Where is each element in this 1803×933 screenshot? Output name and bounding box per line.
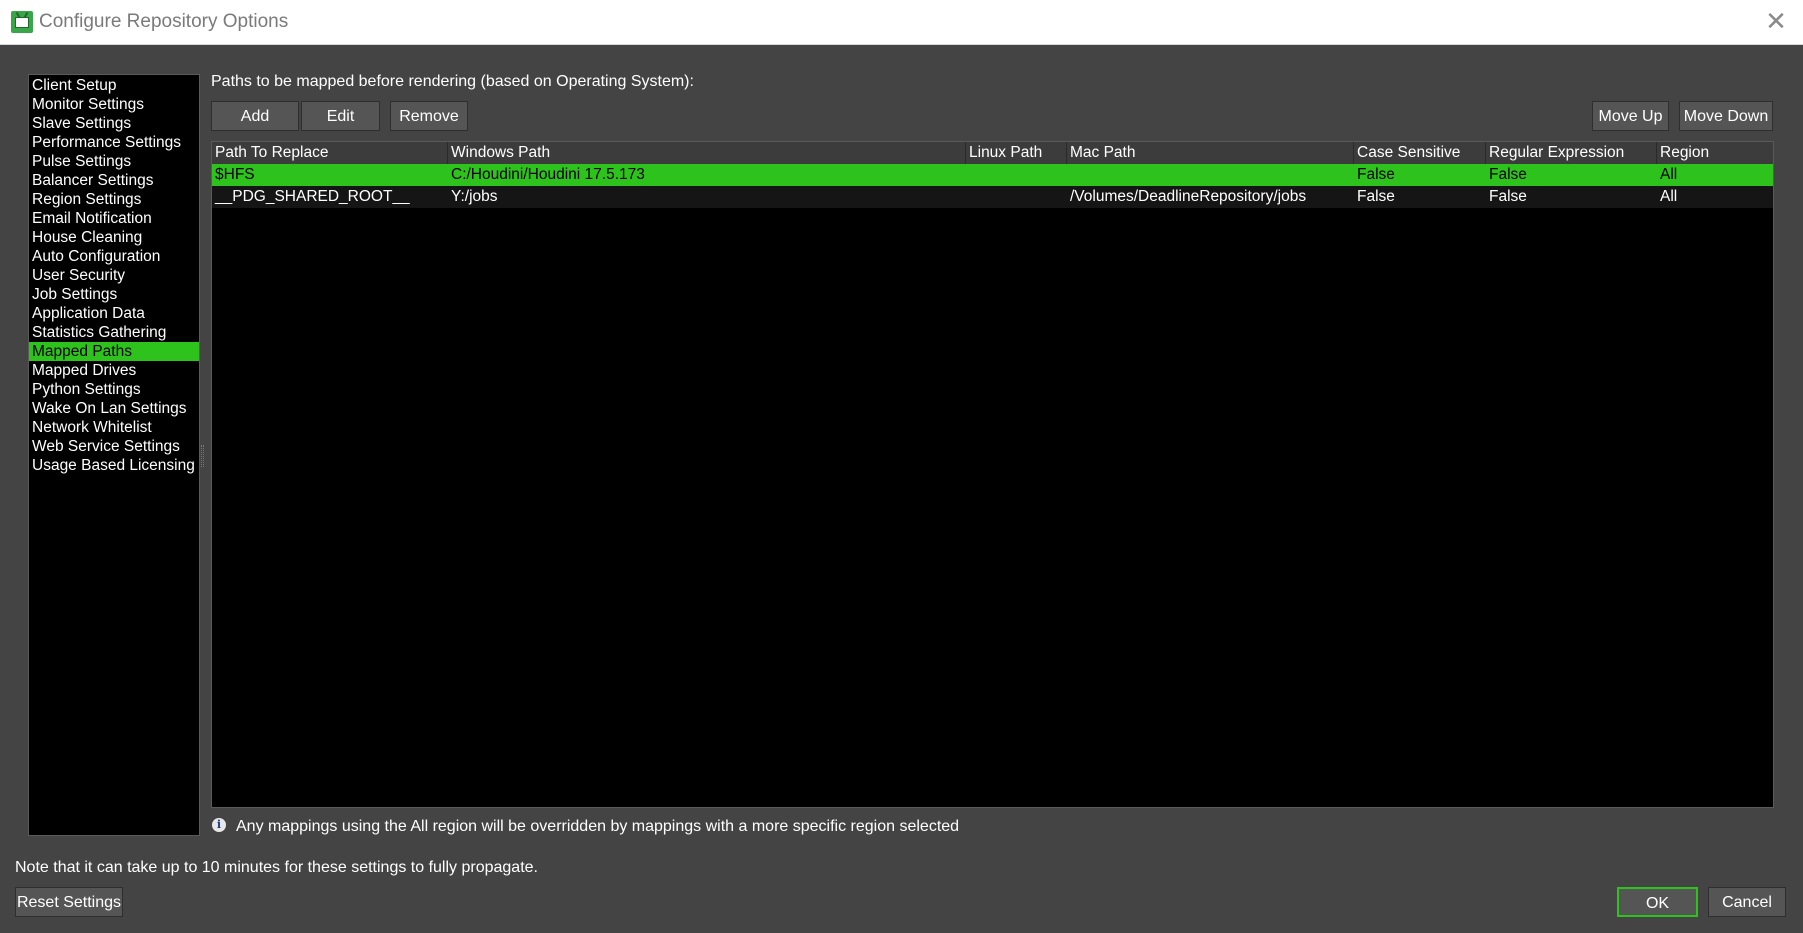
- column-header-mac-path[interactable]: Mac Path: [1067, 142, 1354, 164]
- column-header-regular-expression[interactable]: Regular Expression: [1486, 142, 1657, 164]
- sidebar-item-pulse-settings[interactable]: Pulse Settings: [29, 152, 199, 171]
- add-button[interactable]: Add: [211, 101, 299, 131]
- column-header-windows-path[interactable]: Windows Path: [448, 142, 966, 164]
- cell-mac-path: /Volumes/DeadlineRepository/jobs: [1070, 188, 1307, 205]
- cell-path-to-replace: $HFS: [215, 166, 255, 183]
- sidebar-item-usage-based-licensing[interactable]: Usage Based Licensing: [29, 456, 199, 475]
- cell-case-sensitive: False: [1357, 188, 1395, 205]
- panel-splitter-handle[interactable]: [201, 445, 204, 467]
- close-icon[interactable]: ✕: [1763, 8, 1789, 34]
- cell-linux-path: [966, 164, 1067, 186]
- sidebar-item-region-settings[interactable]: Region Settings: [29, 190, 199, 209]
- mapped-paths-table: Path To Replace Windows Path Linux Path …: [211, 141, 1774, 808]
- table-row[interactable]: $HFS C:/Houdini/Houdini 17.5.173 False F…: [212, 164, 1773, 186]
- remove-button[interactable]: Remove: [390, 101, 468, 131]
- sidebar-item-balancer-settings[interactable]: Balancer Settings: [29, 171, 199, 190]
- sidebar-item-web-service-settings[interactable]: Web Service Settings: [29, 437, 199, 456]
- sidebar-item-statistics-gathering[interactable]: Statistics Gathering: [29, 323, 199, 342]
- sidebar-item-auto-configuration[interactable]: Auto Configuration: [29, 247, 199, 266]
- cell-regular-expression: False: [1489, 188, 1527, 205]
- column-header-region[interactable]: Region: [1657, 142, 1773, 164]
- region-info-text: Any mappings using the All region will b…: [236, 818, 960, 835]
- window-title: Configure Repository Options: [39, 11, 289, 32]
- table-header: Path To Replace Windows Path Linux Path …: [212, 142, 1773, 164]
- cell-path-to-replace: __PDG_SHARED_ROOT__: [215, 188, 410, 205]
- column-header-case-sensitive[interactable]: Case Sensitive: [1354, 142, 1486, 164]
- cell-mac-path: [1067, 164, 1354, 186]
- table-row[interactable]: __PDG_SHARED_ROOT__ Y:/jobs /Volumes/Dea…: [212, 186, 1773, 208]
- info-icon: i: [212, 818, 226, 832]
- move-down-button[interactable]: Move Down: [1679, 101, 1773, 131]
- cell-case-sensitive: False: [1357, 166, 1395, 183]
- move-up-button[interactable]: Move Up: [1592, 101, 1669, 131]
- sidebar-item-user-security[interactable]: User Security: [29, 266, 199, 285]
- sidebar-item-mapped-drives[interactable]: Mapped Drives: [29, 361, 199, 380]
- cell-region: All: [1660, 166, 1678, 183]
- column-header-linux-path[interactable]: Linux Path: [966, 142, 1067, 164]
- sidebar-item-python-settings[interactable]: Python Settings: [29, 380, 199, 399]
- sidebar-item-performance-settings[interactable]: Performance Settings: [29, 133, 199, 152]
- sidebar-item-slave-settings[interactable]: Slave Settings: [29, 114, 199, 133]
- section-label: Paths to be mapped before rendering (bas…: [211, 73, 694, 90]
- cell-windows-path: Y:/jobs: [451, 188, 498, 205]
- sidebar-item-mapped-paths[interactable]: Mapped Paths: [29, 342, 199, 361]
- reset-settings-button[interactable]: Reset Settings: [15, 887, 123, 917]
- sidebar-item-email-notification[interactable]: Email Notification: [29, 209, 199, 228]
- sidebar-item-house-cleaning[interactable]: House Cleaning: [29, 228, 199, 247]
- cell-linux-path: [966, 186, 1067, 208]
- sidebar-item-job-settings[interactable]: Job Settings: [29, 285, 199, 304]
- cell-regular-expression: False: [1489, 166, 1527, 183]
- sidebar-item-client-setup[interactable]: Client Setup: [29, 76, 199, 95]
- propagation-note: Note that it can take up to 10 minutes f…: [15, 859, 538, 876]
- settings-category-list: Client Setup Monitor Settings Slave Sett…: [28, 74, 200, 836]
- edit-button[interactable]: Edit: [301, 101, 380, 131]
- sidebar-item-network-whitelist[interactable]: Network Whitelist: [29, 418, 199, 437]
- sidebar-item-wake-on-lan-settings[interactable]: Wake On Lan Settings: [29, 399, 199, 418]
- cell-region: All: [1660, 188, 1678, 205]
- sidebar-item-monitor-settings[interactable]: Monitor Settings: [29, 95, 199, 114]
- ok-button[interactable]: OK: [1617, 887, 1698, 917]
- sidebar-item-application-data[interactable]: Application Data: [29, 304, 199, 323]
- app-icon: [11, 11, 33, 33]
- cancel-button[interactable]: Cancel: [1708, 887, 1786, 917]
- title-bar: Configure Repository Options ✕: [0, 0, 1803, 45]
- cell-windows-path: C:/Houdini/Houdini 17.5.173: [451, 166, 645, 183]
- column-header-path-to-replace[interactable]: Path To Replace: [212, 142, 448, 164]
